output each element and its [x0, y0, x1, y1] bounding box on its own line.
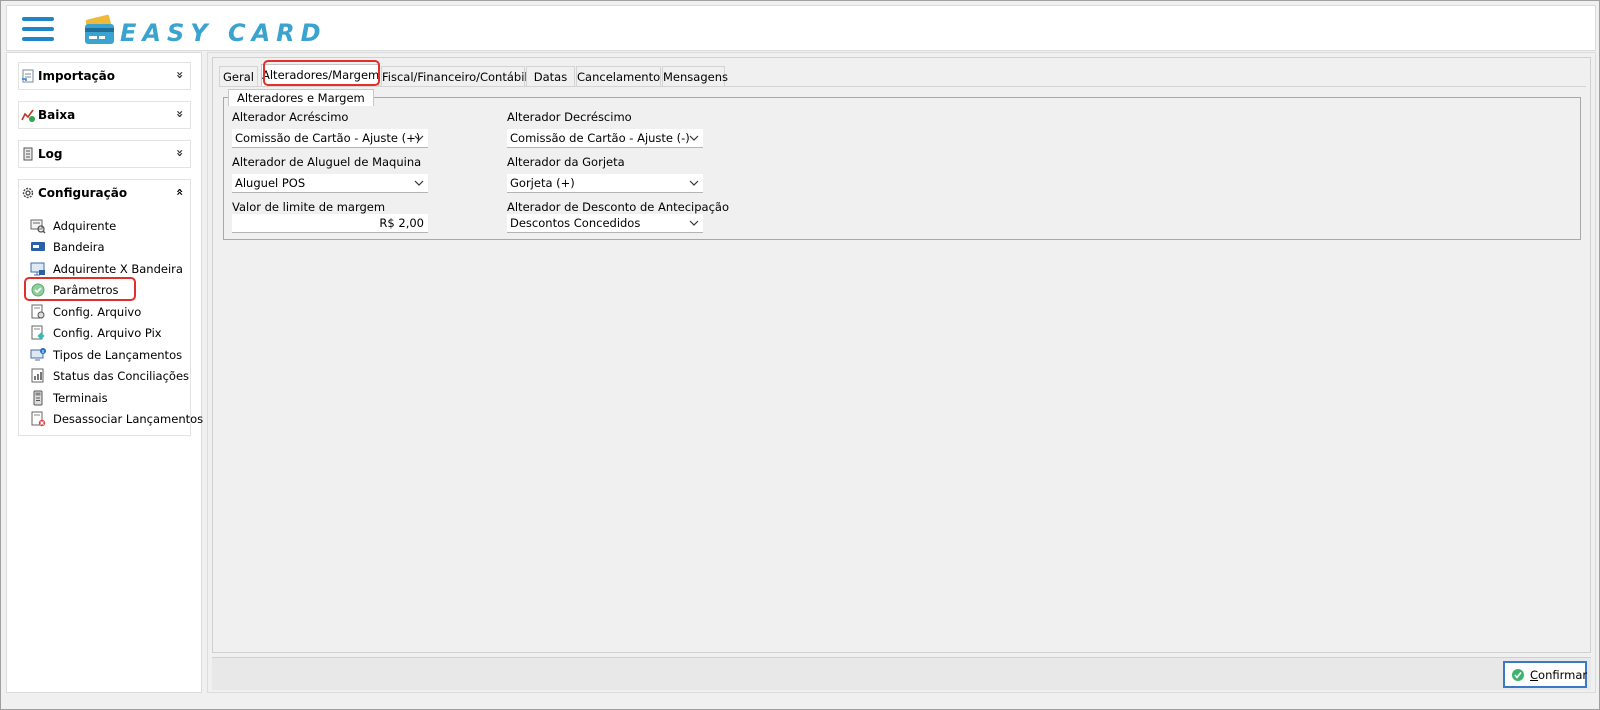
sidebar-item-parametros[interactable]: Parâmetros	[29, 280, 189, 300]
sidebar-group-label: Configuração	[38, 186, 128, 200]
label-alterador-aluguel: Alterador de Aluguel de Maquina	[232, 155, 422, 169]
chevron-down-icon	[689, 180, 699, 186]
sidebar-group-label: Importação	[38, 69, 116, 83]
chevron-down-icon: »	[173, 71, 188, 79]
sidebar-item-bandeira[interactable]: Bandeira	[29, 237, 189, 257]
confirm-button[interactable]: Confirmar	[1503, 661, 1587, 688]
sidebar-item-adquirente-x-bandeira[interactable]: Adquirente X Bandeira	[29, 259, 189, 279]
sidebar-item-terminais[interactable]: Terminais	[29, 388, 189, 408]
sidebar-item-label: Adquirente	[53, 219, 117, 233]
sidebar-item-label: Status das Conciliações	[53, 369, 190, 383]
tab-cancelamento[interactable]: Cancelamento	[576, 66, 661, 86]
sidebar-group-configuracao: Configuração « Adquirente Bandeira Adqui…	[18, 179, 203, 436]
file-gear-icon	[31, 304, 45, 319]
logo-text: EASY CARD	[120, 19, 327, 47]
status-doc-icon	[31, 368, 44, 383]
alterador-decrescimo-select[interactable]: Comissão de Cartão - Ajuste (-)	[507, 129, 703, 148]
sidebar-group-log[interactable]: Log »	[18, 140, 191, 168]
tab-alteradores-margem[interactable]: Alteradores/Margem	[261, 64, 379, 86]
monitor-info-icon	[30, 348, 46, 361]
hamburger-menu-icon[interactable]	[22, 15, 54, 43]
sidebar-group-label: Baixa	[38, 108, 76, 122]
tab-fiscal-financeiro-contabil[interactable]: Fiscal/Financeiro/Contábil	[381, 66, 528, 86]
sidebar-item-tipos-de-lancamentos[interactable]: Tipos de Lançamentos	[29, 345, 189, 365]
unlink-doc-icon	[31, 411, 46, 427]
sidebar-item-adquirente[interactable]: Adquirente	[29, 216, 189, 236]
select-value: Descontos Concedidos	[510, 216, 641, 230]
tab-geral[interactable]: Geral	[219, 66, 258, 86]
sidebar-item-config-arquivo-pix[interactable]: Config. Arquivo Pix	[29, 323, 189, 343]
sidebar-item-label: Config. Arquivo	[53, 305, 142, 319]
acquirer-icon	[30, 219, 46, 234]
confirm-button-label: Confirmar	[1530, 668, 1588, 682]
group-title: Alteradores e Margem	[228, 89, 374, 106]
sidebar-group-configuracao-header[interactable]: Configuração «	[19, 180, 190, 208]
select-value: Comissão de Cartão - Ajuste (-)	[510, 131, 690, 145]
select-value: Aluguel POS	[235, 176, 306, 190]
alterador-aluguel-select[interactable]: Aluguel POS	[232, 174, 428, 193]
sidebar-item-label: Tipos de Lançamentos	[53, 348, 183, 362]
sidebar-item-status-das-conciliacoes[interactable]: Status das Conciliações	[29, 366, 189, 386]
sidebar-item-label: Terminais	[53, 391, 108, 405]
alterador-acrescimo-select[interactable]: Comissão de Cartão - Ajuste (+)	[232, 129, 428, 148]
file-pix-icon	[31, 325, 45, 340]
green-check-icon	[31, 283, 45, 297]
sidebar-item-label: Adquirente X Bandeira	[53, 262, 183, 276]
pos-terminal-icon	[33, 390, 43, 406]
tab-datas[interactable]: Datas	[526, 66, 575, 86]
label-alterador-gorjeta: Alterador da Gorjeta	[507, 155, 625, 169]
green-check-icon	[1512, 669, 1524, 681]
credit-card-wallet-icon	[85, 14, 114, 44]
label-valor-limite-margem: Valor de limite de margem	[232, 200, 386, 214]
monitor-card-icon	[30, 262, 45, 276]
tab-content-alteradores-margem: Alteradores e Margem Alterador Acréscimo…	[219, 86, 1586, 648]
alterador-antecipacao-select[interactable]: Descontos Concedidos	[507, 214, 703, 233]
select-value: Gorjeta (+)	[510, 176, 575, 190]
valor-limite-margem-input[interactable]: R$ 2,00	[232, 214, 428, 233]
gear-icon	[22, 187, 34, 199]
chevron-down-icon	[689, 220, 699, 226]
sidebar-item-label: Bandeira	[53, 240, 105, 254]
footer-bar: Confirmar	[212, 657, 1591, 690]
chevron-down-icon: »	[173, 149, 188, 157]
label-alterador-decrescimo: Alterador Decréscimo	[507, 110, 632, 124]
sidebar-item-desassociar-lancamentos[interactable]: Desassociar Lançamentos	[29, 409, 203, 429]
alterador-gorjeta-select[interactable]: Gorjeta (+)	[507, 174, 703, 193]
sidebar-item-label: Parâmetros	[53, 283, 119, 297]
log-file-icon	[23, 147, 33, 161]
input-value: R$ 2,00	[379, 216, 424, 230]
sidebar-group-label: Log	[38, 147, 63, 161]
chevron-down-icon: »	[173, 110, 188, 118]
chevron-down-icon	[414, 180, 424, 186]
app-window: EASY CARD Importação » Baixa » Log » Con…	[0, 0, 1600, 710]
import-document-icon	[22, 69, 34, 83]
sidebar: Importação » Baixa » Log » Configuração …	[6, 52, 203, 693]
chevron-up-icon: «	[173, 188, 188, 196]
label-alterador-acrescimo: Alterador Acréscimo	[232, 110, 349, 124]
tab-mensagens[interactable]: Mensagens	[662, 66, 728, 86]
sidebar-item-config-arquivo[interactable]: Config. Arquivo	[29, 302, 189, 322]
card-brand-icon	[31, 242, 45, 251]
label-alterador-antecipacao: Alterador de Desconto de Antecipação	[507, 200, 729, 214]
chevron-down-icon	[414, 135, 424, 141]
select-value: Comissão de Cartão - Ajuste (+)	[235, 131, 421, 145]
tab-control: Geral Alteradores/Margem Fiscal/Financei…	[212, 57, 1591, 653]
sidebar-item-label: Desassociar Lançamentos	[53, 412, 204, 426]
group-alteradores-e-margem: Alteradores e Margem Alterador Acréscimo…	[223, 89, 1581, 240]
sidebar-group-importacao[interactable]: Importação »	[18, 62, 191, 90]
sidebar-group-baixa[interactable]: Baixa »	[18, 101, 191, 129]
chart-check-icon	[21, 109, 35, 122]
chevron-down-icon	[689, 135, 699, 141]
sidebar-item-label: Config. Arquivo Pix	[53, 326, 162, 340]
app-header: EASY CARD	[6, 5, 1596, 51]
main-panel: Geral Alteradores/Margem Fiscal/Financei…	[207, 52, 1596, 693]
